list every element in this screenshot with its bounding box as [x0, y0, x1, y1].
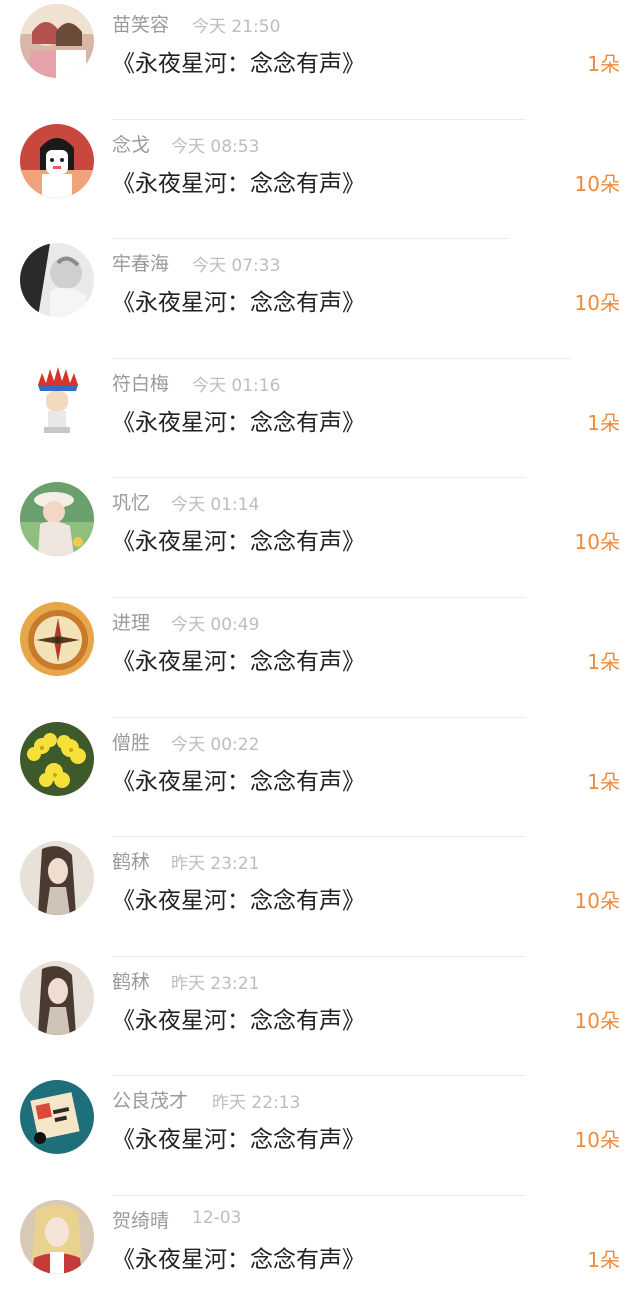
avatar[interactable]: [20, 123, 94, 198]
list-item[interactable]: 牢春海 今天 07:33 《永夜星河：念念有声》 10朵: [0, 239, 640, 359]
book-title[interactable]: 《永夜星河：念念有声》: [112, 283, 365, 317]
list-item[interactable]: 鹤秫 昨天 23:21 《永夜星河：念念有声》 10朵: [0, 837, 640, 957]
avatar[interactable]: [20, 960, 94, 1035]
flower-count: 10朵: [574, 171, 620, 196]
book-title[interactable]: 《永夜星河：念念有声》: [112, 403, 365, 437]
timestamp: 今天 00:49: [171, 614, 260, 635]
avatar[interactable]: [20, 362, 94, 437]
timestamp: 昨天 23:21: [171, 973, 260, 994]
timestamp: 今天 21:50: [192, 17, 281, 37]
flower-count: 10朵: [574, 1128, 620, 1153]
timestamp: 今天 01:14: [171, 495, 260, 516]
timestamp: 今天 00:22: [171, 734, 260, 755]
book-title[interactable]: 《永夜星河：念念有声》: [112, 1001, 365, 1035]
user-name[interactable]: 僧胜: [112, 728, 150, 755]
flower-count: 10朵: [574, 291, 620, 316]
flower-count: 10朵: [574, 889, 620, 914]
avatar[interactable]: [20, 1080, 94, 1155]
list-item[interactable]: 巩忆 今天 01:14 《永夜星河：念念有声》 10朵: [0, 478, 640, 598]
book-title[interactable]: 《永夜星河：念念有声》: [112, 762, 365, 796]
list-item[interactable]: 念戈 今天 08:53 《永夜星河：念念有声》 10朵: [0, 120, 640, 240]
list-item[interactable]: 符白梅 今天 01:16 《永夜星河：念念有声》 1朵: [0, 359, 640, 479]
avatar[interactable]: [20, 4, 94, 78]
timestamp: 昨天 22:13: [212, 1093, 301, 1114]
user-name[interactable]: 鹤秫: [112, 967, 150, 994]
flower-count: 10朵: [574, 530, 620, 555]
list-item[interactable]: 苗笑容 今天 21:50 《永夜星河：念念有声》 1朵: [0, 0, 640, 120]
flower-count: 1朵: [587, 52, 620, 76]
timestamp: 昨天 23:21: [171, 854, 260, 875]
avatar[interactable]: [20, 482, 94, 557]
timestamp: 今天 07:33: [192, 256, 281, 277]
timestamp: 12-03: [192, 1207, 242, 1228]
flower-count: 1朵: [587, 410, 620, 435]
list-item[interactable]: 僧胜 今天 00:22 《永夜星河：念念有声》 1朵: [0, 718, 640, 838]
flower-count: 1朵: [587, 649, 620, 674]
list-item[interactable]: 公良茂才 昨天 22:13 《永夜星河：念念有声》 10朵: [0, 1076, 640, 1196]
flower-count: 1朵: [587, 1247, 620, 1272]
user-name[interactable]: 念戈: [112, 130, 150, 157]
user-name[interactable]: 苗笑容: [112, 10, 169, 37]
timestamp: 今天 08:53: [171, 136, 260, 157]
user-name[interactable]: 进理: [112, 608, 150, 635]
user-name[interactable]: 牢春海: [112, 249, 169, 276]
gift-record-list: 苗笑容 今天 21:50 《永夜星河：念念有声》 1朵 念戈 今天 08:53 …: [0, 0, 640, 1316]
flower-count: 10朵: [574, 1008, 620, 1033]
avatar[interactable]: [20, 721, 94, 796]
avatar[interactable]: [20, 841, 94, 916]
book-title[interactable]: 《永夜星河：念念有声》: [112, 1120, 365, 1154]
user-name[interactable]: 贺绮晴: [112, 1206, 169, 1233]
avatar[interactable]: [20, 243, 94, 318]
avatar[interactable]: [20, 601, 94, 676]
timestamp: 今天 01:16: [192, 375, 281, 396]
book-title[interactable]: 《永夜星河：念念有声》: [112, 881, 365, 915]
list-item[interactable]: 进理 今天 00:49 《永夜星河：念念有声》 1朵: [0, 598, 640, 718]
list-item[interactable]: 鹤秫 昨天 23:21 《永夜星河：念念有声》 10朵: [0, 957, 640, 1077]
user-name[interactable]: 巩忆: [112, 488, 150, 515]
book-title[interactable]: 《永夜星河：念念有声》: [112, 164, 365, 198]
list-item[interactable]: 贺绮晴 12-03 《永夜星河：念念有声》 1朵: [0, 1196, 640, 1316]
book-title[interactable]: 《永夜星河：念念有声》: [112, 522, 365, 556]
flower-count: 1朵: [587, 769, 620, 794]
avatar[interactable]: [20, 1199, 94, 1274]
user-name[interactable]: 符白梅: [112, 369, 169, 396]
user-name[interactable]: 鹤秫: [112, 847, 150, 874]
user-name[interactable]: 公良茂才: [112, 1086, 188, 1113]
book-title[interactable]: 《永夜星河：念念有声》: [112, 642, 365, 676]
book-title[interactable]: 《永夜星河：念念有声》: [112, 44, 365, 78]
book-title[interactable]: 《永夜星河：念念有声》: [112, 1240, 365, 1274]
